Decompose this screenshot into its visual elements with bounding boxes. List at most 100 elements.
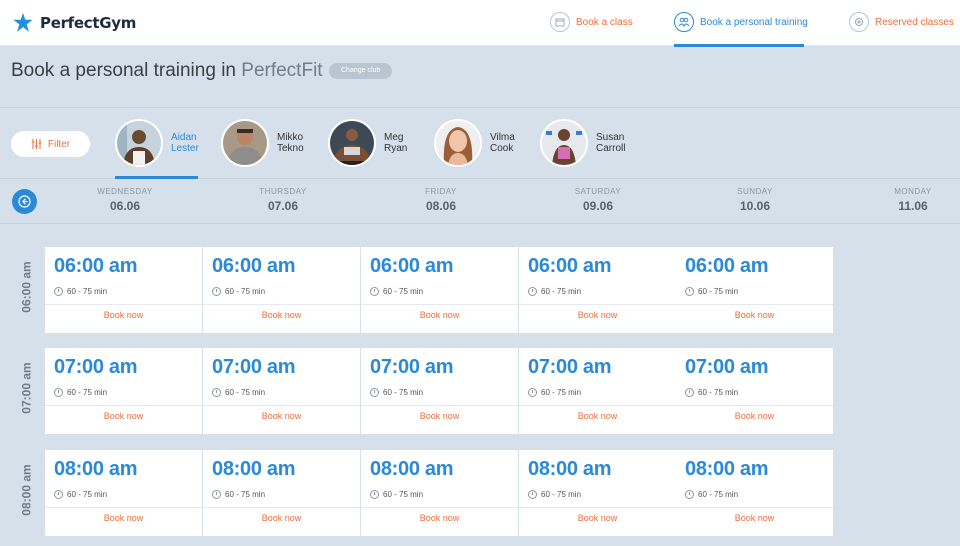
page-title: Book a personal training in PerfectFit: [11, 60, 323, 82]
avatar: [328, 119, 376, 167]
divider: [203, 304, 360, 305]
time-slot-card: 06:00 am 60 - 75 min Book now: [45, 247, 202, 333]
book-now-button[interactable]: Book now: [361, 310, 518, 320]
book-now-button[interactable]: Book now: [45, 513, 202, 523]
trainer-last-name: Cook: [490, 143, 514, 154]
book-now-button[interactable]: Book now: [45, 411, 202, 421]
time-slot-card: 08:00 am 60 - 75 min Book now: [519, 450, 676, 536]
slot-time: 08:00 am: [685, 458, 769, 480]
day-date: 06.06: [109, 199, 141, 213]
trainer-mikko-tekno[interactable]: Mikko Tekno: [221, 118, 304, 168]
trainer-first-name: Vilma: [490, 132, 515, 143]
time-slot-card: 08:00 am 60 - 75 min Book now: [203, 450, 360, 536]
nav-reserved[interactable]: Reserved classes: [849, 12, 954, 32]
slot-duration-text: 60 - 75 min: [698, 287, 739, 296]
slot-duration-text: 60 - 75 min: [698, 388, 739, 397]
time-slot-card: 07:00 am 60 - 75 min Book now: [203, 348, 360, 434]
book-now-button[interactable]: Book now: [361, 411, 518, 421]
time-slot-card: 06:00 am 60 - 75 min Book now: [203, 247, 360, 333]
nav-book-class[interactable]: Book a class: [550, 12, 633, 32]
time-slot-card: 06:00 am 60 - 75 min Book now: [676, 247, 833, 333]
time-row-label: 08:00 am: [17, 450, 37, 530]
clock-icon: [212, 490, 221, 499]
book-now-button[interactable]: Book now: [203, 310, 360, 320]
book-now-button[interactable]: Book now: [519, 310, 676, 320]
trainer-first-name: Aidan: [171, 132, 197, 143]
slot-duration: 60 - 75 min: [370, 388, 423, 397]
trainer-last-name: Tekno: [277, 143, 304, 154]
nav-reserved-label: Reserved classes: [875, 16, 954, 28]
day-header: WEDNESDAY 06.06 THURSDAY 07.06 FRIDAY 08…: [0, 180, 960, 224]
clock-icon: [370, 287, 379, 296]
slot-time: 06:00 am: [370, 255, 454, 277]
calendar-icon: [550, 12, 570, 32]
slot-duration: 60 - 75 min: [370, 287, 423, 296]
trainer-name: Aidan Lester: [171, 132, 199, 154]
sliders-icon: [31, 139, 42, 149]
day-date: 10.06: [739, 199, 771, 213]
trainer-meg-ryan[interactable]: Meg Ryan: [328, 118, 407, 168]
book-now-button[interactable]: Book now: [676, 411, 833, 421]
slot-duration-text: 60 - 75 min: [383, 287, 424, 296]
filter-label: Filter: [47, 138, 71, 150]
logo[interactable]: PerfectGym: [12, 12, 136, 34]
nav-book-personal-label: Book a personal training: [700, 16, 808, 28]
divider: [45, 304, 202, 305]
filter-button[interactable]: Filter: [11, 131, 90, 157]
clock-icon: [54, 388, 63, 397]
day-date: 07.06: [267, 199, 299, 213]
slot-time: 08:00 am: [54, 458, 138, 480]
day-column: FRIDAY 08.06: [401, 187, 481, 213]
trainer-vilma-cook[interactable]: Vilma Cook: [434, 118, 515, 168]
time-row-label-text: 08:00 am: [20, 464, 34, 516]
book-now-button[interactable]: Book now: [676, 513, 833, 523]
divider: [676, 507, 833, 508]
slot-duration-text: 60 - 75 min: [225, 388, 266, 397]
trainer-name: Mikko Tekno: [277, 132, 304, 154]
divider: [676, 405, 833, 406]
book-now-button[interactable]: Book now: [519, 513, 676, 523]
trainer-aidan-lester[interactable]: Aidan Lester: [115, 118, 199, 168]
time-slot-card: 08:00 am 60 - 75 min Book now: [361, 450, 518, 536]
slot-duration-text: 60 - 75 min: [541, 287, 582, 296]
clock-icon: [212, 287, 221, 296]
book-now-button[interactable]: Book now: [203, 513, 360, 523]
slot-time: 07:00 am: [212, 356, 296, 378]
time-slot-card: 06:00 am 60 - 75 min Book now: [361, 247, 518, 333]
trainer-last-name: Ryan: [384, 143, 408, 154]
clock-icon: [528, 490, 537, 499]
slot-time: 06:00 am: [54, 255, 138, 277]
slot-duration-text: 60 - 75 min: [67, 388, 108, 397]
day-name: THURSDAY: [259, 187, 307, 196]
reserved-icon: [849, 12, 869, 32]
time-slot-card: 06:00 am 60 - 75 min Book now: [519, 247, 676, 333]
day-date: 09.06: [582, 199, 614, 213]
divider: [45, 405, 202, 406]
book-now-button[interactable]: Book now: [361, 513, 518, 523]
change-club-button[interactable]: Change club: [329, 63, 393, 79]
clock-icon: [685, 388, 694, 397]
divider: [45, 507, 202, 508]
book-now-button[interactable]: Book now: [203, 411, 360, 421]
page-title-text: Book a personal training in: [11, 60, 242, 81]
day-name: SUNDAY: [737, 187, 773, 196]
slot-duration: 60 - 75 min: [54, 388, 107, 397]
title-bar: Book a personal training in PerfectFit C…: [0, 47, 960, 107]
slot-duration-text: 60 - 75 min: [225, 287, 266, 296]
nav-book-personal[interactable]: Book a personal training: [674, 12, 808, 32]
slot-duration-text: 60 - 75 min: [67, 287, 108, 296]
book-now-button[interactable]: Book now: [519, 411, 676, 421]
trainer-name: Susan Carroll: [596, 132, 625, 154]
slot-duration: 60 - 75 min: [54, 287, 107, 296]
book-now-button[interactable]: Book now: [45, 310, 202, 320]
previous-week-button[interactable]: [12, 189, 37, 214]
slot-duration: 60 - 75 min: [685, 490, 738, 499]
book-now-button[interactable]: Book now: [676, 310, 833, 320]
avatar: [115, 119, 163, 167]
slot-duration-text: 60 - 75 min: [67, 490, 108, 499]
time-slot-card: 07:00 am 60 - 75 min Book now: [361, 348, 518, 434]
slot-duration: 60 - 75 min: [528, 490, 581, 499]
avatar: [434, 119, 482, 167]
slot-time: 06:00 am: [528, 255, 612, 277]
trainer-susan-carroll[interactable]: Susan Carroll: [540, 118, 625, 168]
